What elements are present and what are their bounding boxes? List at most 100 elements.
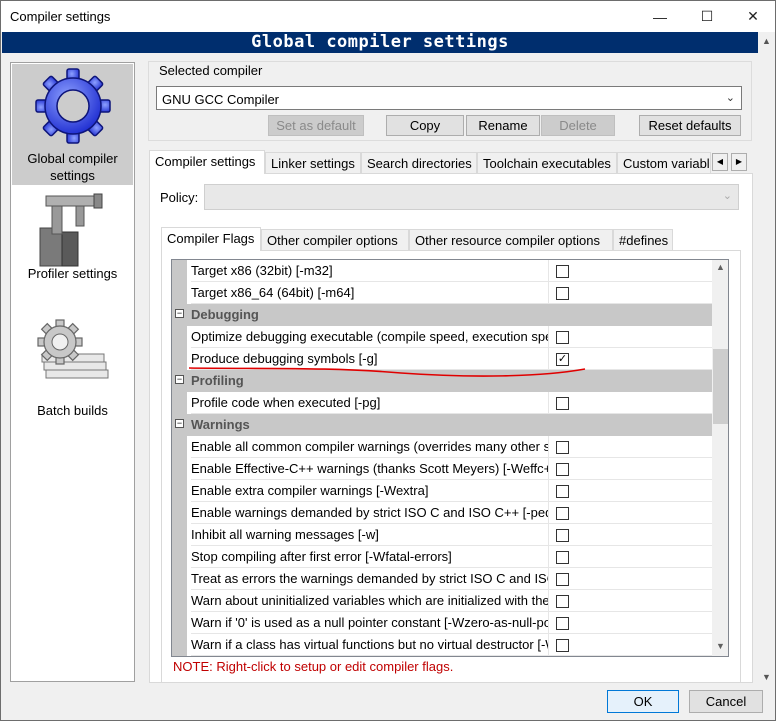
tab-compiler-flags[interactable]: Compiler Flags bbox=[161, 227, 261, 251]
flags-note: NOTE: Right-click to setup or edit compi… bbox=[173, 659, 454, 674]
tab-linker-settings[interactable]: Linker settings bbox=[265, 152, 361, 174]
flag-row[interactable]: Warn if a class has virtual functions bu… bbox=[172, 634, 712, 656]
rename-button[interactable]: Rename bbox=[466, 115, 540, 136]
flag-label: Enable extra compiler warnings [-Wextra] bbox=[191, 480, 549, 502]
sidebar-item-label: Global compiler settings bbox=[27, 151, 118, 183]
minimize-button[interactable]: — bbox=[637, 1, 683, 32]
tab-toolchain-executables[interactable]: Toolchain executables bbox=[477, 152, 617, 174]
flags-scrollbar[interactable]: ▲ ▼ bbox=[712, 260, 728, 656]
flag-label: Stop compiling after first error [-Wfata… bbox=[191, 546, 549, 568]
flag-value-cell bbox=[549, 546, 712, 568]
row-gutter bbox=[172, 348, 187, 370]
policy-select[interactable]: ⌄ bbox=[204, 184, 739, 210]
flag-label: Enable Effective-C++ warnings (thanks Sc… bbox=[191, 458, 549, 480]
flag-value-cell bbox=[549, 260, 712, 282]
row-gutter bbox=[172, 568, 187, 590]
tab-scroll-left-icon[interactable]: ◀ bbox=[712, 153, 728, 171]
sidebar-item-batch-builds[interactable]: Batch builds bbox=[12, 308, 133, 418]
compiler-select[interactable]: GNU GCC Compiler ⌄ bbox=[156, 86, 742, 110]
compiler-flags-grid: Target x86 (32bit) [-m32] Target x86_64 (… bbox=[171, 259, 729, 657]
flag-value-cell bbox=[549, 590, 712, 612]
tab-other-compiler-options[interactable]: Other compiler options bbox=[261, 229, 409, 251]
cancel-button[interactable]: Cancel bbox=[689, 690, 763, 713]
flag-row[interactable]: Warn about uninitialized variables which… bbox=[172, 590, 712, 612]
flag-category-row[interactable]: − Profiling bbox=[172, 370, 712, 392]
flag-row[interactable]: Inhibit all warning messages [-w] bbox=[172, 524, 712, 546]
tab-custom-variables[interactable]: Custom variabl bbox=[617, 152, 711, 174]
flag-checkbox[interactable] bbox=[556, 507, 569, 520]
delete-button[interactable]: Delete bbox=[541, 115, 615, 136]
ok-button[interactable]: OK bbox=[607, 690, 679, 713]
page-title-banner: Global compiler settings bbox=[2, 32, 758, 53]
tab-scroll-right-icon[interactable]: ▶ bbox=[731, 153, 747, 171]
flag-row[interactable]: Warn if '0' is used as a null pointer co… bbox=[172, 612, 712, 634]
row-gutter bbox=[172, 458, 187, 480]
flag-label: Warn if a class has virtual functions bu… bbox=[191, 634, 549, 656]
flag-value-cell bbox=[549, 392, 712, 414]
flag-row[interactable]: Enable Effective-C++ warnings (thanks Sc… bbox=[172, 458, 712, 480]
flag-row[interactable]: Target x86_64 (64bit) [-m64] bbox=[172, 282, 712, 304]
row-gutter bbox=[172, 282, 187, 304]
flag-checkbox[interactable] bbox=[556, 441, 569, 454]
flag-category-row[interactable]: − Debugging bbox=[172, 304, 712, 326]
flag-checkbox[interactable] bbox=[556, 485, 569, 498]
flag-label: Profile code when executed [-pg] bbox=[191, 392, 549, 414]
row-gutter bbox=[172, 326, 187, 348]
row-gutter bbox=[172, 502, 187, 524]
set-as-default-button[interactable]: Set as default bbox=[268, 115, 364, 136]
flag-checkbox[interactable] bbox=[556, 617, 569, 630]
flag-checkbox[interactable] bbox=[556, 331, 569, 344]
flag-checkbox[interactable] bbox=[556, 397, 569, 410]
flag-category-row[interactable]: − Warnings bbox=[172, 414, 712, 436]
flag-label: Inhibit all warning messages [-w] bbox=[191, 524, 549, 546]
tab-search-directories[interactable]: Search directories bbox=[361, 152, 477, 174]
settings-sidebar: Global compiler settings Profiler settin… bbox=[10, 62, 135, 682]
selected-compiler-label: Selected compiler bbox=[157, 63, 265, 78]
scroll-down-arrow-icon[interactable]: ▼ bbox=[762, 672, 771, 682]
flag-checkbox[interactable] bbox=[556, 287, 569, 300]
close-button[interactable]: ✕ bbox=[730, 1, 776, 32]
scroll-up-arrow-icon[interactable]: ▲ bbox=[716, 262, 725, 272]
collapse-icon[interactable]: − bbox=[175, 375, 184, 384]
flag-checkbox[interactable] bbox=[556, 551, 569, 564]
outer-scrollbar[interactable]: ▲ ▼ bbox=[758, 32, 775, 688]
flag-row[interactable]: Profile code when executed [-pg] bbox=[172, 392, 712, 414]
tab-compiler-settings[interactable]: Compiler settings bbox=[149, 150, 265, 174]
collapse-icon[interactable]: − bbox=[175, 309, 184, 318]
flag-checkbox[interactable] bbox=[556, 639, 569, 652]
maximize-button[interactable]: ☐ bbox=[684, 1, 730, 32]
flag-label: Target x86_64 (64bit) [-m64] bbox=[191, 282, 549, 304]
tab-other-resource-compiler-options[interactable]: Other resource compiler options bbox=[409, 229, 613, 251]
scroll-up-arrow-icon[interactable]: ▲ bbox=[762, 36, 771, 46]
flag-checkbox[interactable]: ✓ bbox=[556, 353, 569, 366]
reset-defaults-button[interactable]: Reset defaults bbox=[639, 115, 741, 136]
flag-checkbox[interactable] bbox=[556, 265, 569, 278]
flag-checkbox[interactable] bbox=[556, 573, 569, 586]
chevron-down-icon: ⌄ bbox=[725, 92, 735, 104]
flag-row[interactable]: Produce debugging symbols [-g] ✓ bbox=[172, 348, 712, 370]
row-gutter bbox=[172, 392, 187, 414]
flag-row[interactable]: Enable all common compiler warnings (ove… bbox=[172, 436, 712, 458]
flag-value-cell bbox=[549, 634, 712, 656]
flag-row[interactable]: Enable extra compiler warnings [-Wextra] bbox=[172, 480, 712, 502]
flag-checkbox[interactable] bbox=[556, 595, 569, 608]
row-gutter bbox=[172, 436, 187, 458]
copy-button[interactable]: Copy bbox=[386, 115, 464, 136]
flag-row[interactable]: Treat as errors the warnings demanded by… bbox=[172, 568, 712, 590]
flag-value-cell bbox=[549, 326, 712, 348]
row-gutter bbox=[172, 590, 187, 612]
flag-checkbox[interactable] bbox=[556, 463, 569, 476]
sidebar-item-global-compiler[interactable]: Global compiler settings bbox=[12, 64, 133, 185]
flag-row[interactable]: Target x86 (32bit) [-m32] bbox=[172, 260, 712, 282]
flag-checkbox[interactable] bbox=[556, 529, 569, 542]
flag-row[interactable]: Enable warnings demanded by strict ISO C… bbox=[172, 502, 712, 524]
sidebar-item-profiler[interactable]: Profiler settings bbox=[12, 188, 133, 298]
flag-row[interactable]: Optimize debugging executable (compile s… bbox=[172, 326, 712, 348]
flag-row[interactable]: Stop compiling after first error [-Wfata… bbox=[172, 546, 712, 568]
scrollbar-thumb[interactable] bbox=[713, 349, 728, 424]
compiler-select-value: GNU GCC Compiler bbox=[162, 92, 280, 107]
collapse-icon[interactable]: − bbox=[175, 419, 184, 428]
tab-defines[interactable]: #defines bbox=[613, 229, 673, 251]
scroll-down-arrow-icon[interactable]: ▼ bbox=[716, 641, 725, 651]
gear-icon bbox=[35, 68, 111, 144]
